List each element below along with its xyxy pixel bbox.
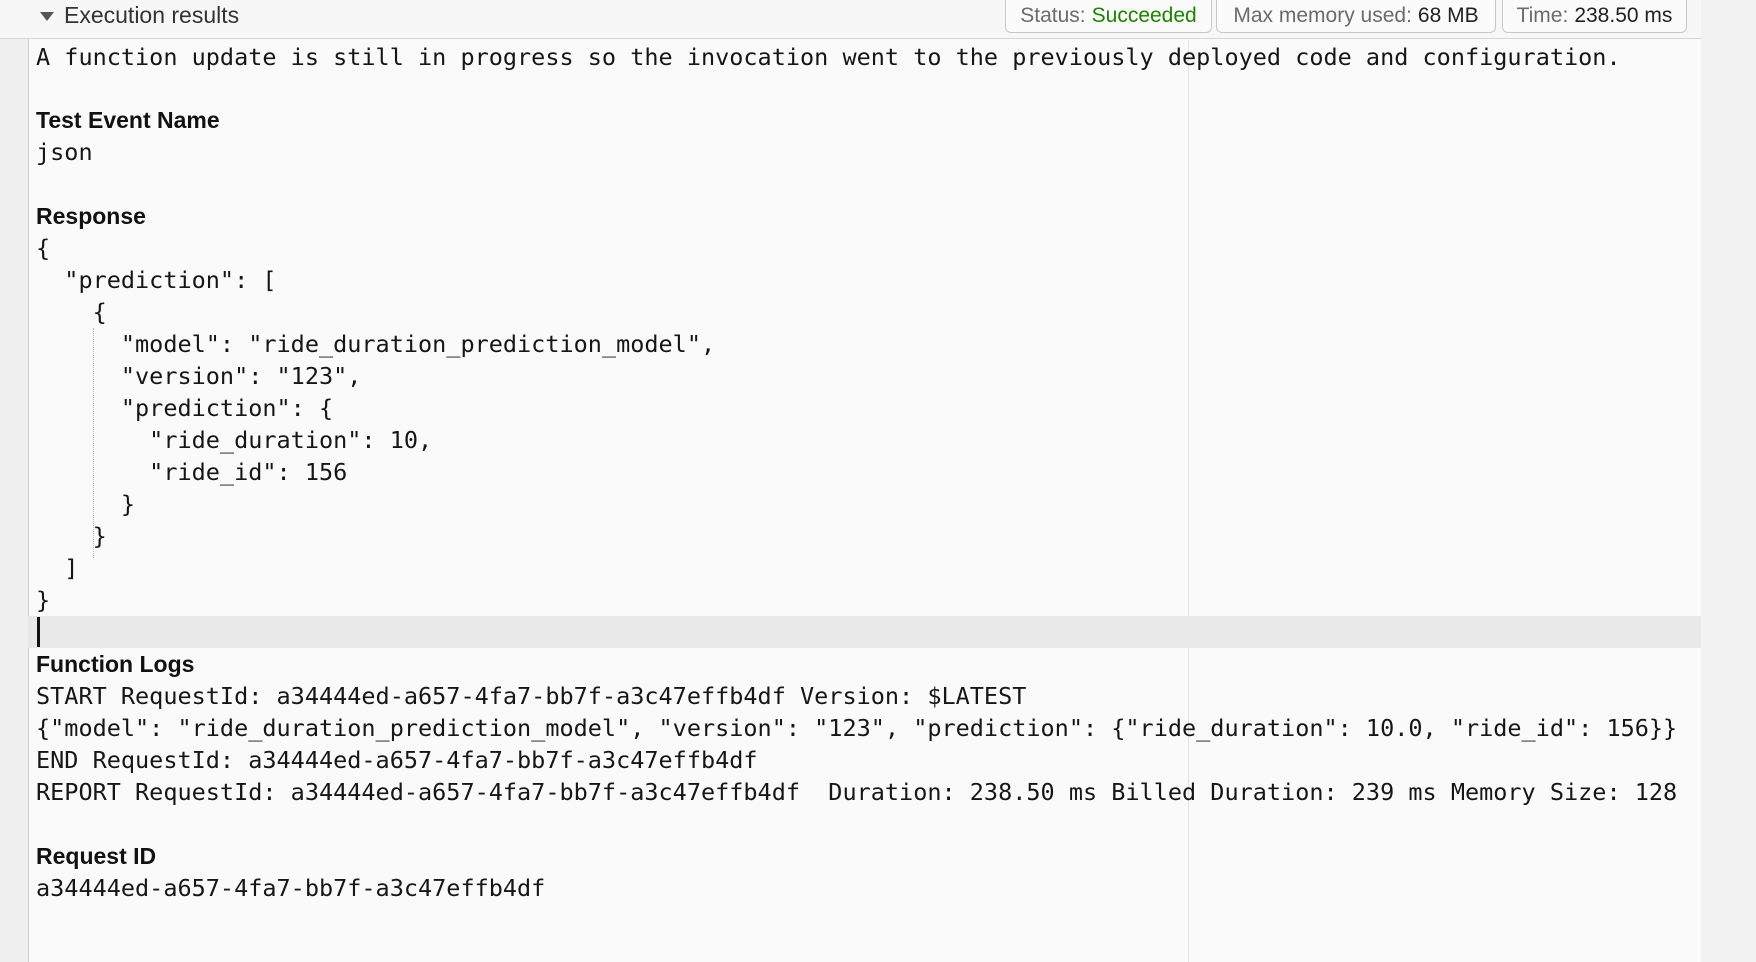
execution-results-toggle[interactable]: Execution results (40, 0, 239, 30)
text-cursor (37, 617, 40, 647)
time-badge: Time: 238.50 ms (1502, 0, 1687, 33)
request-id-label: Request ID (36, 843, 157, 869)
time-label: Time: (1516, 4, 1569, 27)
request-id-value: a34444ed-a657-4fa7-bb7f-a3c47effb4df (36, 874, 546, 902)
status-badge: Status: Succeeded (1005, 0, 1212, 33)
execution-results-header: Execution results Status: Succeeded Max … (0, 0, 1701, 39)
time-value: 238.50 ms (1574, 4, 1673, 27)
max-memory-label: Max memory used: (1233, 4, 1412, 27)
max-memory-value: 68 MB (1417, 4, 1479, 27)
response-json: { "prediction": [ { "model": "ride_durat… (36, 234, 716, 614)
status-value: Succeeded (1091, 4, 1197, 27)
function-logs-label: Function Logs (36, 651, 195, 677)
max-memory-badge: Max memory used: 68 MB (1216, 0, 1496, 33)
right-gutter (1701, 0, 1756, 962)
deployment-notice: A function update is still in progress s… (36, 43, 1621, 71)
response-label: Response (36, 203, 146, 229)
print-margin-guide (1188, 40, 1189, 962)
status-label: Status: (1020, 4, 1086, 27)
function-logs-output: START RequestId: a34444ed-a657-4fa7-bb7f… (36, 682, 1678, 806)
active-line-highlight (28, 616, 1701, 648)
section-title: Execution results (64, 1, 240, 28)
caret-down-icon (40, 11, 54, 21)
test-event-name-value: json (36, 138, 93, 166)
test-event-name-label: Test Event Name (36, 107, 220, 133)
